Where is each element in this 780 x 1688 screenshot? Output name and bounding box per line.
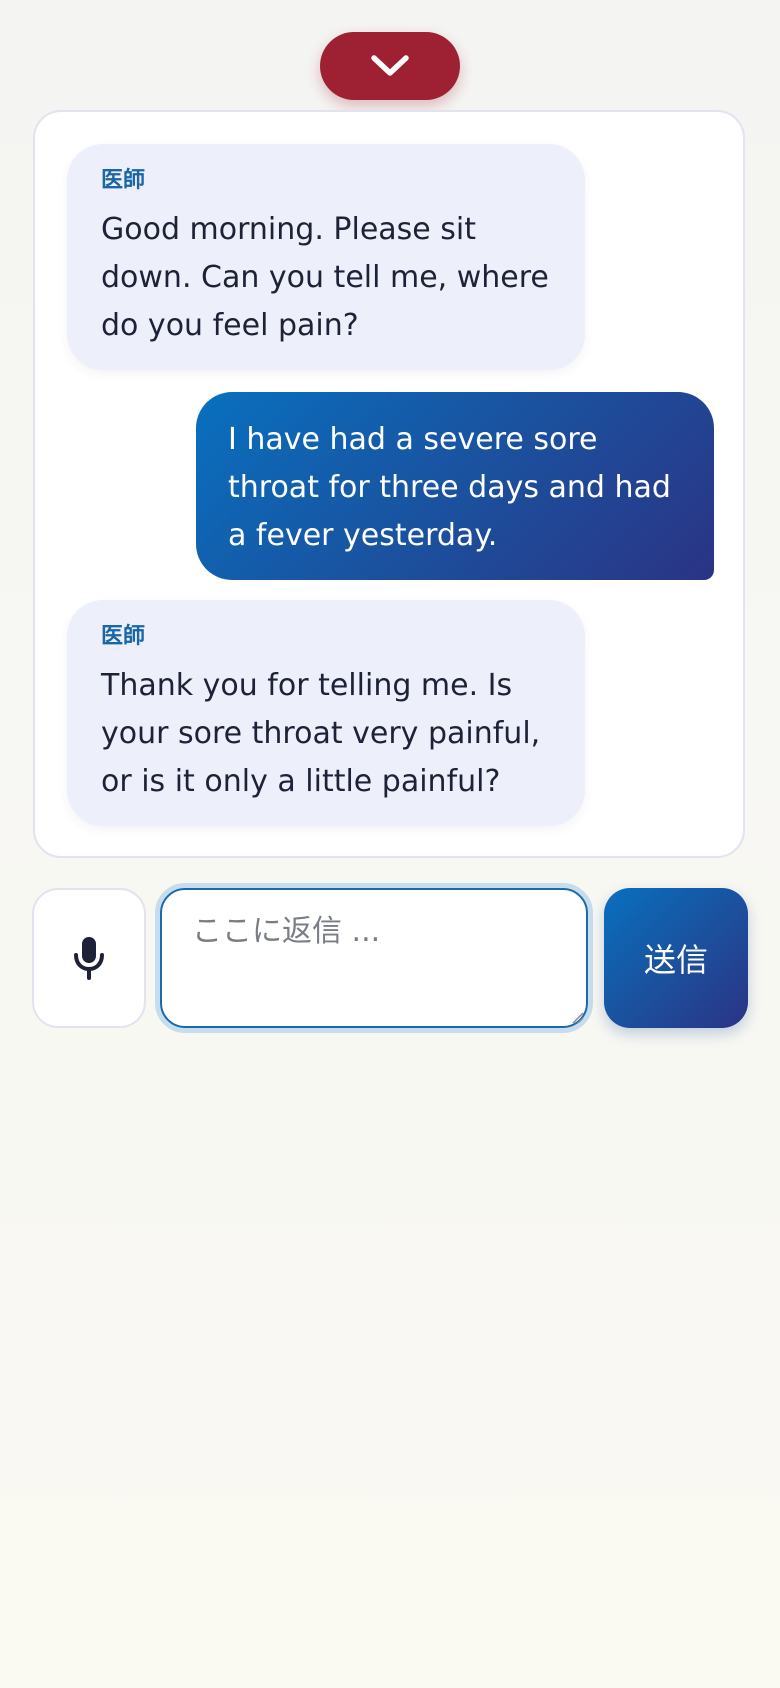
- sender-label: 医師: [101, 624, 146, 649]
- collapse-chat-button[interactable]: [320, 32, 460, 100]
- reply-field-wrapper: [155, 883, 593, 1033]
- microphone-icon: [74, 937, 104, 980]
- resize-handle-icon[interactable]: [569, 1009, 585, 1025]
- sender-label: 医師: [101, 168, 146, 193]
- message-text: I have had a severe sore throat for thre…: [228, 422, 671, 553]
- reply-input[interactable]: [160, 888, 588, 1028]
- message-text: Thank you for telling me. Is your sore t…: [101, 668, 541, 799]
- chat-panel: 医師 Good morning. Please sit down. Can yo…: [33, 110, 745, 858]
- send-button[interactable]: 送信: [604, 888, 748, 1028]
- microphone-button[interactable]: [32, 888, 146, 1028]
- chevron-down-icon: [371, 55, 409, 76]
- doctor-message: 医師 Thank you for telling me. Is your sor…: [67, 600, 585, 826]
- user-message: I have had a severe sore throat for thre…: [196, 392, 714, 580]
- message-text: Good morning. Please sit down. Can you t…: [101, 212, 549, 343]
- doctor-message: 医師 Good morning. Please sit down. Can yo…: [67, 144, 585, 370]
